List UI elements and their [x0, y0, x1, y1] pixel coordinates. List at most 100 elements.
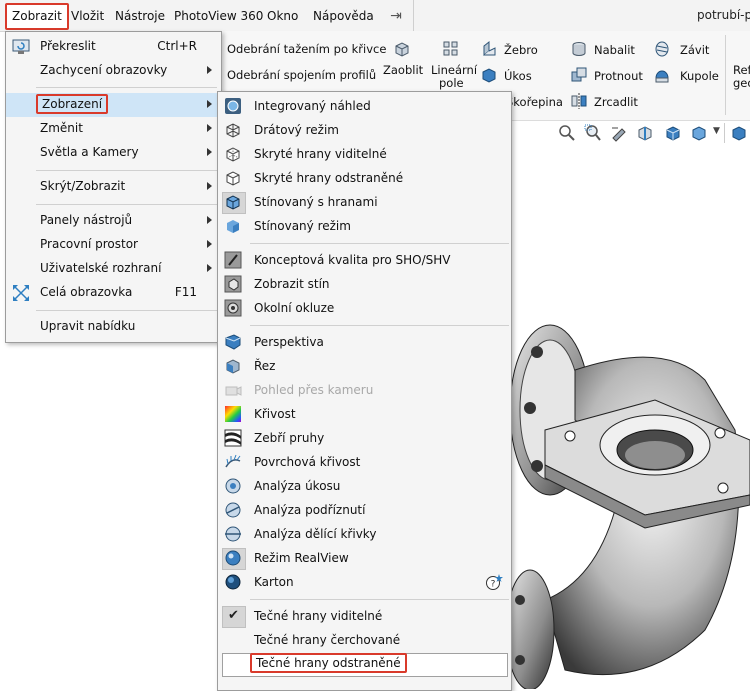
wrap-button[interactable]: Nabalit: [594, 43, 635, 57]
menu-photoview[interactable]: PhotoView 360: [174, 8, 263, 25]
reference-geometry-button[interactable]: Ref: [733, 63, 750, 77]
intersect-button[interactable]: Protnout: [594, 69, 643, 83]
display-tangent-edges-removed[interactable]: Tečné hrany odstraněné: [218, 652, 511, 677]
menu-separator: [413, 0, 414, 31]
menu-item-label: Režim RealView: [254, 551, 349, 565]
dome-icon: [655, 70, 669, 83]
display-realview[interactable]: Režim RealView: [218, 546, 511, 570]
menu-item-svetla-a-kamery[interactable]: Světla a Kamery: [6, 141, 221, 165]
menu-nastroje[interactable]: Nástroje: [115, 8, 165, 25]
realview-icon: [225, 550, 241, 566]
cartoon-icon: [225, 574, 241, 590]
linear-pattern-button[interactable]: Lineární: [431, 63, 477, 77]
display-perspective[interactable]: Perspektiva: [218, 330, 511, 354]
draft-analysis-icon: [225, 478, 241, 494]
zoom-to-fit-icon[interactable]: [558, 124, 576, 142]
thread-button[interactable]: Závit: [680, 43, 709, 57]
reference-geometry-button-line2: geo: [733, 76, 750, 90]
menu-item-cela-obrazovka[interactable]: Celá obrazovka F11: [6, 281, 221, 305]
display-draft-analysis[interactable]: Analýza úkosu: [218, 474, 511, 498]
help-icon[interactable]: ?: [485, 573, 503, 591]
menu-separator: [250, 325, 509, 326]
menu-item-zachyceni-obrazovky[interactable]: Zachycení obrazovky: [6, 59, 221, 83]
menu-separator: [36, 310, 217, 311]
zobrazeni-submenu: Integrovaný náhled Drátový režim Skryté …: [217, 91, 512, 691]
ribbon-separator: [725, 35, 726, 115]
menu-item-label: Světla a Kamery: [40, 145, 139, 159]
menu-item-label: Zobrazit stín: [254, 277, 330, 291]
menu-item-label: Skryté hrany viditelné: [254, 147, 387, 161]
menu-item-label: Zobrazení: [36, 94, 109, 114]
menu-item-skryt-zobrazit[interactable]: Skrýt/Zobrazit: [6, 175, 221, 199]
document-title: potrubí-p: [697, 8, 750, 22]
menu-item-upravit-nabidku[interactable]: Upravit nabídku: [6, 315, 221, 339]
display-integrated-preview[interactable]: Integrovaný náhled: [218, 94, 511, 118]
section-view-icon: [226, 359, 240, 374]
menu-item-label: Tečné hrany čerchované: [254, 633, 401, 647]
menu-item-zmenit[interactable]: Změnit: [6, 117, 221, 141]
linear-pattern-icon: [443, 41, 458, 56]
menu-okno[interactable]: Okno: [267, 8, 298, 25]
menu-item-panely-nastroju[interactable]: Panely nástrojů: [6, 209, 221, 233]
menu-item-label: Panely nástrojů: [40, 213, 133, 227]
section-view-toolbar-icon[interactable]: [636, 124, 654, 142]
draft-button[interactable]: Úkos: [504, 69, 532, 83]
menu-item-label: Zebří pruhy: [254, 431, 325, 445]
display-tangent-edges-visible[interactable]: ✔ Tečné hrany viditelné: [218, 604, 511, 628]
submenu-arrow-icon: [207, 240, 212, 248]
display-shadows[interactable]: Zobrazit stín: [218, 272, 511, 296]
display-hidden-lines-visible[interactable]: Skryté hrany viditelné: [218, 142, 511, 166]
display-curvature-combs[interactable]: Povrchová křivost: [218, 450, 511, 474]
display-undercut-analysis[interactable]: Analýza podříznutí: [218, 498, 511, 522]
menu-item-label: Drátový režim: [254, 123, 339, 137]
thread-icon: [655, 41, 669, 57]
zoom-to-area-icon[interactable]: [584, 124, 602, 142]
mirror-button[interactable]: Zrcadlit: [594, 95, 638, 109]
menu-napoveda[interactable]: Nápověda: [313, 8, 374, 25]
menu-separator: [250, 599, 509, 600]
fillet-button[interactable]: Zaoblit: [383, 63, 423, 77]
display-draft-quality[interactable]: Konceptová kvalita pro SHO/SHV: [218, 248, 511, 272]
display-tangent-edges-font[interactable]: Tečné hrany čerchované: [218, 628, 511, 652]
previous-view-icon[interactable]: [610, 124, 628, 142]
pin-icon[interactable]: ⇥: [386, 7, 406, 25]
display-cartoon[interactable]: Karton ?: [218, 570, 511, 594]
fillet-icon: [395, 42, 409, 57]
rib-button[interactable]: Žebro: [504, 43, 538, 57]
display-section-view[interactable]: Řez: [218, 354, 511, 378]
menu-item-label: Překreslit: [40, 39, 96, 53]
view-orientation-icon[interactable]: [664, 124, 682, 142]
draft-quality-icon: [224, 251, 242, 269]
camera-view-icon: [225, 386, 242, 396]
menu-item-uzivatelske-rozhrani[interactable]: Uživatelské rozhraní: [6, 257, 221, 281]
submenu-arrow-icon: [207, 100, 212, 108]
display-hidden-lines-removed[interactable]: Skryté hrany odstraněné: [218, 166, 511, 190]
display-style-icon[interactable]: [690, 124, 708, 142]
menu-item-zobrazeni[interactable]: Zobrazení: [6, 93, 221, 117]
menu-item-label: Povrchová křivost: [254, 455, 361, 469]
menu-item-label: Okolní okluze: [254, 301, 335, 315]
menu-zobrazit[interactable]: Zobrazit: [5, 3, 69, 30]
dome-button[interactable]: Kupole: [680, 69, 719, 83]
3d-model-viewport[interactable]: [505, 300, 750, 689]
display-wireframe[interactable]: Drátový režim: [218, 118, 511, 142]
menu-item-pracovni-prostor[interactable]: Pracovní prostor: [6, 233, 221, 257]
menu-vlozit[interactable]: Vložit: [71, 8, 104, 25]
swept-cut-button[interactable]: Odebrání tažením po křivce: [227, 42, 386, 56]
menu-item-label: Tečné hrany odstraněné: [250, 653, 407, 673]
display-shaded[interactable]: Stínovaný režim: [218, 214, 511, 238]
display-zebra-stripes[interactable]: Zebří pruhy: [218, 426, 511, 450]
display-shaded-with-edges[interactable]: Stínovaný s hranami: [218, 190, 511, 214]
viewbar-separator: [724, 123, 725, 143]
menu-item-prekreslit[interactable]: Překreslit Ctrl+R: [6, 35, 221, 59]
hide-show-items-icon[interactable]: [730, 124, 748, 142]
display-curvature[interactable]: Křivost: [218, 402, 511, 426]
dropdown-arrow-icon[interactable]: ▼: [713, 126, 720, 136]
display-parting-line-analysis[interactable]: Analýza dělící křivky: [218, 522, 511, 546]
display-ambient-occlusion[interactable]: Okolní okluze: [218, 296, 511, 320]
shell-button[interactable]: Skořepina: [506, 95, 563, 109]
menu-item-label: Zachycení obrazovky: [40, 63, 168, 77]
perspective-icon: [225, 334, 241, 350]
lofted-cut-button[interactable]: Odebrání spojením profilů: [227, 68, 376, 82]
menu-item-label: Karton: [254, 575, 294, 589]
